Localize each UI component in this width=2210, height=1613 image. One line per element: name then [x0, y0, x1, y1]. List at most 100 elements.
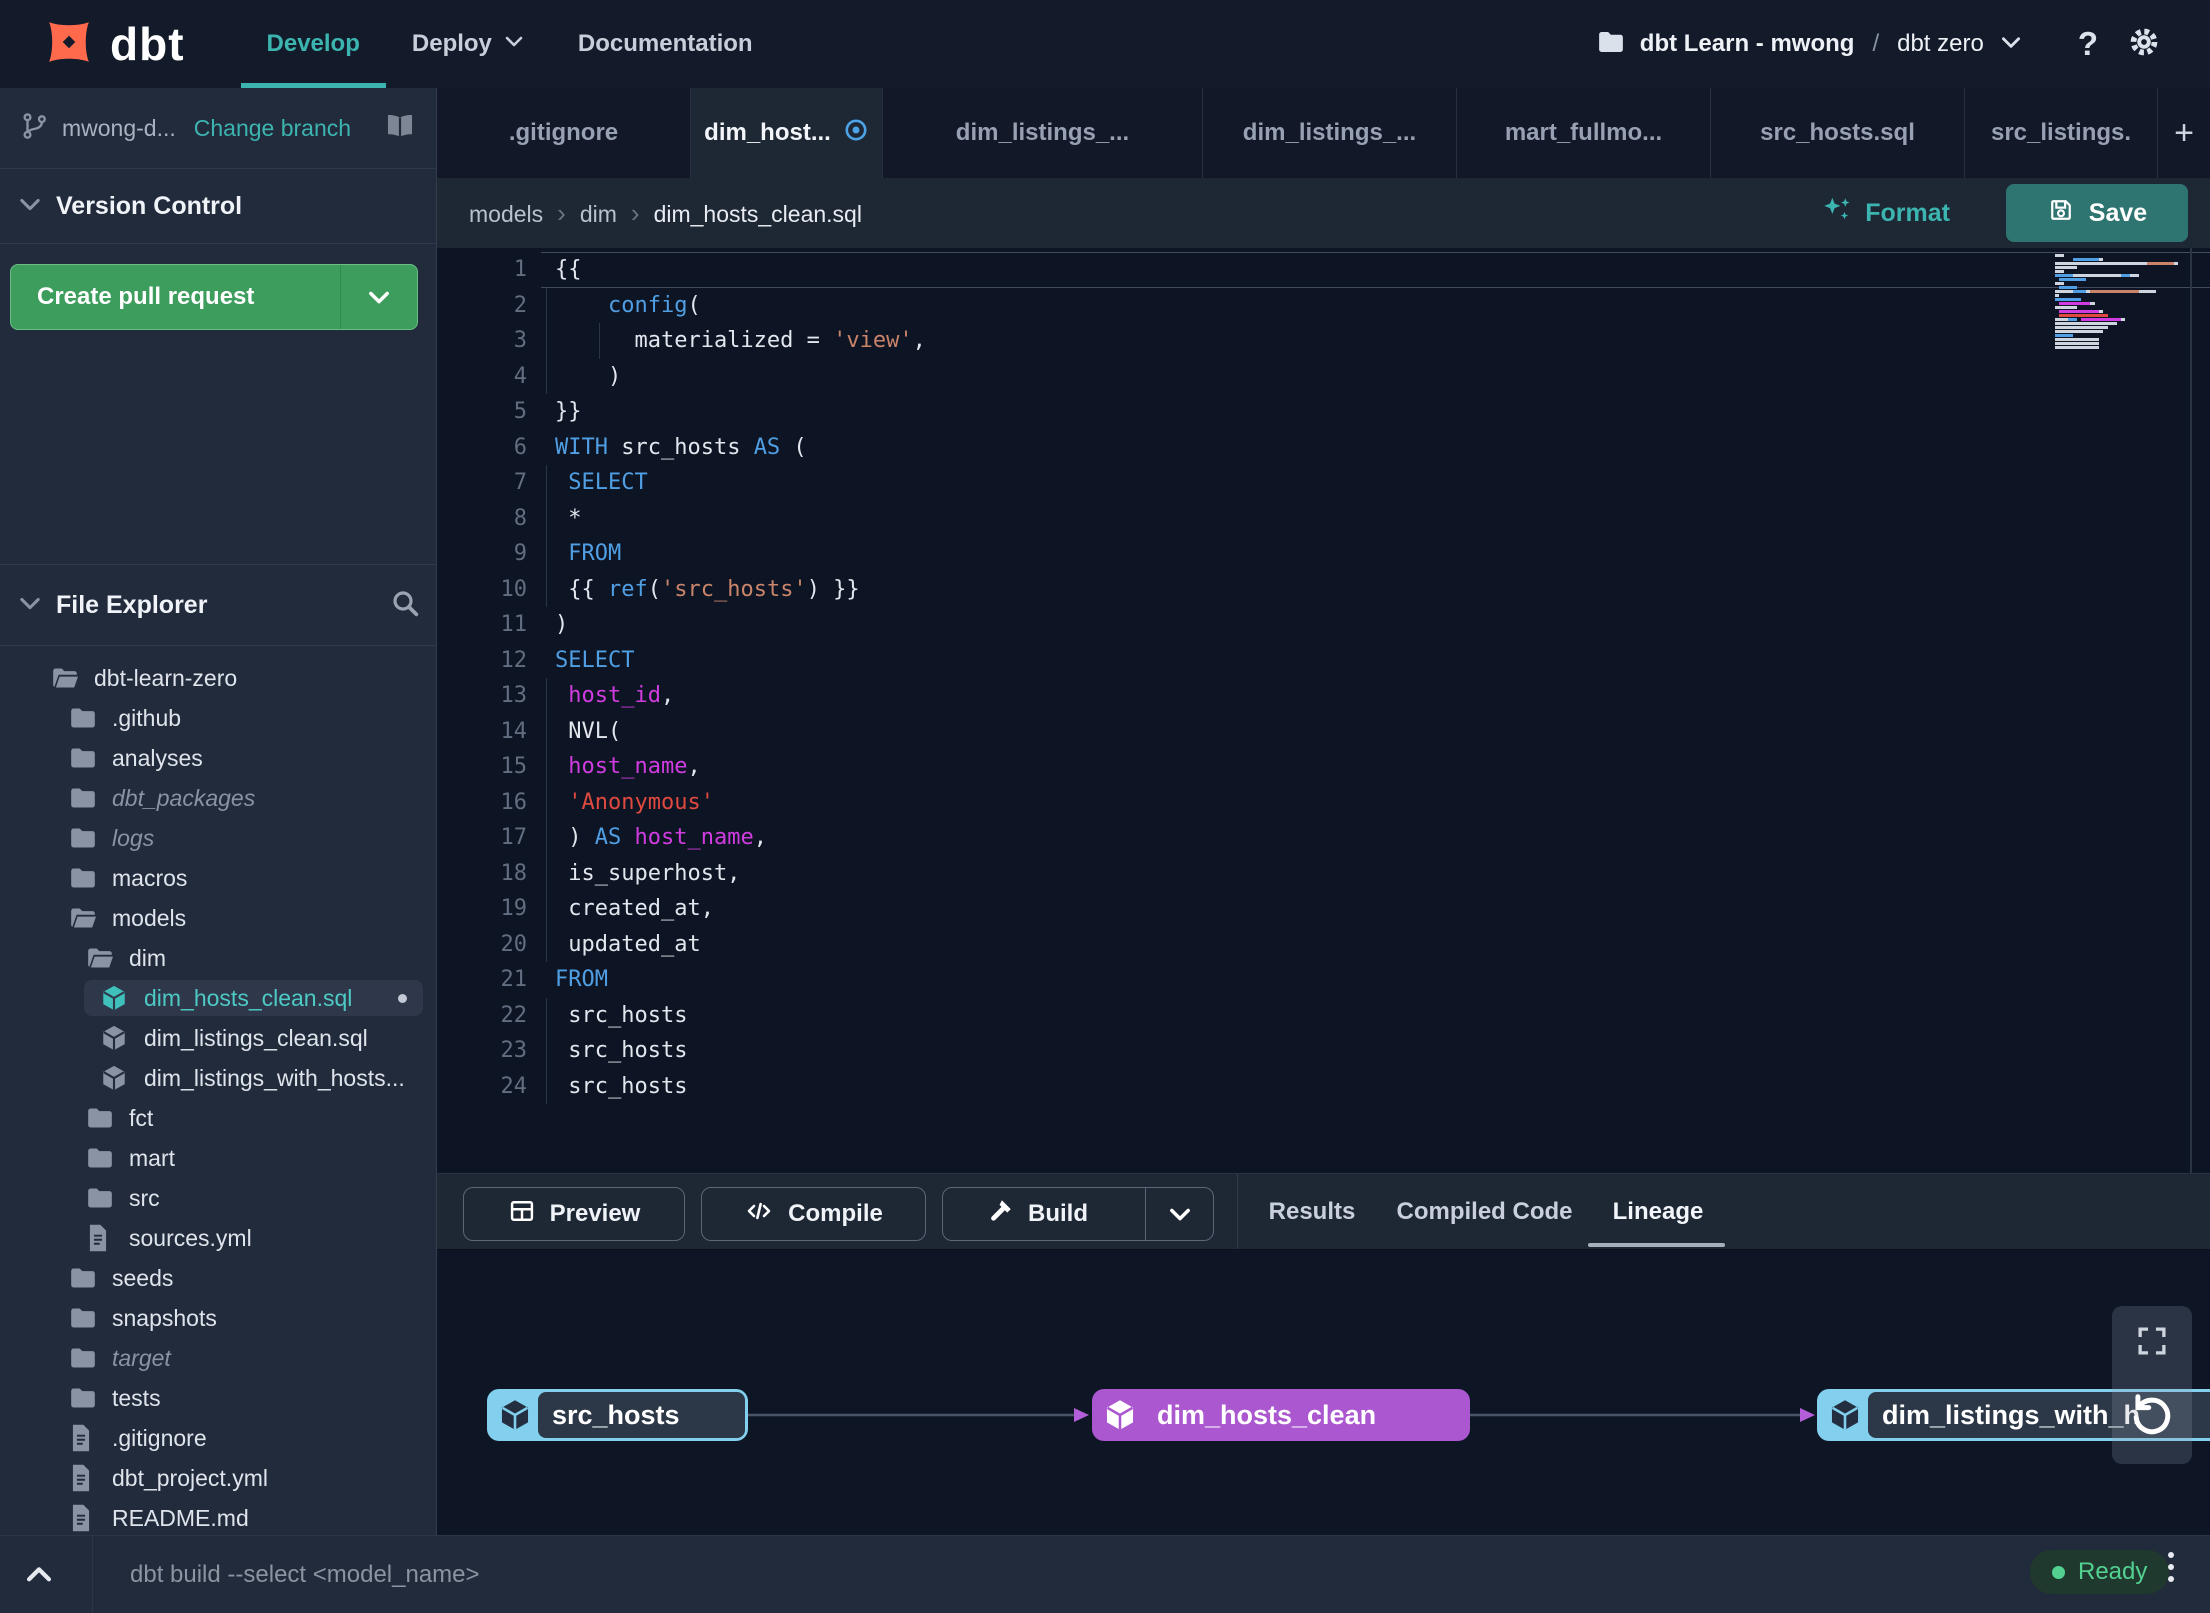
code-text[interactable]: ): [541, 607, 2210, 643]
tree-item[interactable]: macros: [0, 858, 436, 898]
format-button[interactable]: Format: [1821, 194, 1950, 233]
nav-develop[interactable]: Develop: [241, 0, 386, 88]
build-button[interactable]: Build: [942, 1187, 1214, 1241]
editor-tab[interactable]: mart_fullmo...: [1457, 88, 1711, 178]
code-text[interactable]: materialized = 'view',: [541, 323, 2210, 359]
code-line[interactable]: 9 FROM: [437, 536, 2210, 572]
tree-item[interactable]: dim_hosts_clean.sql: [0, 978, 436, 1018]
code-text[interactable]: {{: [541, 252, 2210, 288]
panel-tab-results[interactable]: Results: [1237, 1174, 1387, 1249]
create-pr-dropdown[interactable]: [340, 265, 417, 329]
tree-item[interactable]: dbt_project.yml: [0, 1458, 436, 1498]
tree-item[interactable]: dbt_packages: [0, 778, 436, 818]
tree-item[interactable]: logs: [0, 818, 436, 858]
code-text[interactable]: ): [541, 358, 2210, 394]
code-line[interactable]: 13 host_id,: [437, 678, 2210, 714]
tree-item[interactable]: fct: [0, 1098, 436, 1138]
minimap[interactable]: [2055, 254, 2195, 350]
save-button[interactable]: Save: [2006, 184, 2188, 242]
code-text[interactable]: 'Anonymous': [541, 784, 2210, 820]
editor-scrollbar[interactable]: [2190, 248, 2192, 1173]
new-tab-button[interactable]: +: [2158, 88, 2210, 178]
code-line[interactable]: 21 FROM: [437, 962, 2210, 998]
code-text[interactable]: WITH src_hosts AS (: [541, 430, 2210, 466]
code-editor[interactable]: 1{{2 config(3 materialized = 'view', 4 ) 5…: [437, 248, 2210, 1173]
tree-item[interactable]: src: [0, 1178, 436, 1218]
code-line[interactable]: 18 is_superhost,: [437, 855, 2210, 891]
code-line[interactable]: 4 ): [437, 358, 2210, 394]
code-line[interactable]: 5}}: [437, 394, 2210, 430]
command-input[interactable]: dbt build --select <model_name>: [130, 1536, 1630, 1613]
tree-item[interactable]: .gitignore: [0, 1418, 436, 1458]
tree-item[interactable]: analyses: [0, 738, 436, 778]
code-text[interactable]: FROM: [541, 536, 2210, 572]
code-text[interactable]: src_hosts: [541, 1033, 2210, 1069]
docs-book-icon[interactable]: [383, 109, 417, 148]
editor-tab[interactable]: src_listings.: [1965, 88, 2158, 178]
refresh-icon[interactable]: [2126, 1387, 2178, 1444]
code-line[interactable]: 16 'Anonymous': [437, 784, 2210, 820]
tree-item[interactable]: .github: [0, 698, 436, 738]
code-text[interactable]: FROM: [541, 962, 2210, 998]
code-line[interactable]: 11): [437, 607, 2210, 643]
code-line[interactable]: 23 src_hosts: [437, 1033, 2210, 1069]
code-line[interactable]: 20 updated_at: [437, 926, 2210, 962]
code-text[interactable]: updated_at: [541, 926, 2210, 962]
lineage-node[interactable]: src_hosts: [487, 1389, 748, 1441]
panel-tab-lineage[interactable]: Lineage: [1583, 1174, 1733, 1249]
project-name[interactable]: dbt Learn - mwong: [1640, 30, 1855, 58]
code-text[interactable]: src_hosts: [541, 1068, 2210, 1104]
code-line[interactable]: 1 {{: [437, 252, 2210, 288]
code-line[interactable]: 14 NVL(: [437, 713, 2210, 749]
editor-tab[interactable]: dim_listings_...: [1203, 88, 1457, 178]
build-dropdown[interactable]: [1145, 1188, 1213, 1240]
code-text[interactable]: ) AS host_name,: [541, 820, 2210, 856]
nav-deploy[interactable]: Deploy: [386, 0, 552, 88]
tree-item[interactable]: sources.yml: [0, 1218, 436, 1258]
settings-gear-icon[interactable]: [2126, 24, 2162, 65]
tree-item[interactable]: tests: [0, 1378, 436, 1418]
editor-tab[interactable]: .gitignore: [437, 88, 691, 178]
editor-tab[interactable]: src_hosts.sql: [1711, 88, 1965, 178]
code-text[interactable]: src_hosts: [541, 997, 2210, 1033]
chevron-down-icon[interactable]: [1998, 29, 2024, 60]
lineage-graph[interactable]: src_hosts dim_hosts_clean dim_listings_wit…: [437, 1250, 2210, 1535]
editor-tab[interactable]: dim_listings_...: [883, 88, 1203, 178]
tree-item[interactable]: dim_listings_clean.sql: [0, 1018, 436, 1058]
tree-item[interactable]: dim_listings_with_hosts...: [0, 1058, 436, 1098]
preview-button[interactable]: Preview: [463, 1187, 685, 1241]
tree-item[interactable]: seeds: [0, 1258, 436, 1298]
code-text[interactable]: *: [541, 500, 2210, 536]
tree-item[interactable]: snapshots: [0, 1298, 436, 1338]
code-line[interactable]: 17 ) AS host_name,: [437, 820, 2210, 856]
editor-tab[interactable]: dim_host...: [691, 88, 883, 178]
change-branch-link[interactable]: Change branch: [194, 115, 351, 142]
breadcrumb-item[interactable]: dim: [580, 201, 617, 227]
code-text[interactable]: is_superhost,: [541, 855, 2210, 891]
panel-tab-compiled-code[interactable]: Compiled Code: [1387, 1174, 1582, 1249]
fullscreen-icon[interactable]: [2133, 1322, 2171, 1365]
code-line[interactable]: 8 *: [437, 500, 2210, 536]
code-line[interactable]: 12 SELECT: [437, 643, 2210, 679]
code-text[interactable]: host_id,: [541, 678, 2210, 714]
code-line[interactable]: 10 {{ ref('src_hosts') }}: [437, 571, 2210, 607]
tree-item[interactable]: target: [0, 1338, 436, 1378]
code-line[interactable]: 7 SELECT: [437, 465, 2210, 501]
code-text[interactable]: SELECT: [541, 643, 2210, 679]
code-line[interactable]: 3 materialized = 'view',: [437, 323, 2210, 359]
file-explorer-header[interactable]: File Explorer: [0, 564, 436, 646]
tree-item[interactable]: README.md: [0, 1498, 436, 1535]
tree-item[interactable]: dbt-learn-zero: [0, 658, 436, 698]
lineage-node[interactable]: dim_hosts_clean: [1092, 1389, 1470, 1441]
tree-item[interactable]: mart: [0, 1138, 436, 1178]
version-control-header[interactable]: Version Control: [0, 169, 436, 244]
dbt-logo[interactable]: dbt: [38, 0, 185, 88]
code-line[interactable]: 15 host_name,: [437, 749, 2210, 785]
code-text[interactable]: created_at,: [541, 891, 2210, 927]
code-text[interactable]: host_name,: [541, 749, 2210, 785]
code-text[interactable]: }}: [541, 394, 2210, 430]
breadcrumb-item[interactable]: models: [469, 201, 543, 227]
breadcrumb-item[interactable]: dim_hosts_clean.sql: [654, 201, 862, 227]
nav-documentation[interactable]: Documentation: [552, 0, 779, 88]
search-icon[interactable]: [389, 587, 421, 624]
